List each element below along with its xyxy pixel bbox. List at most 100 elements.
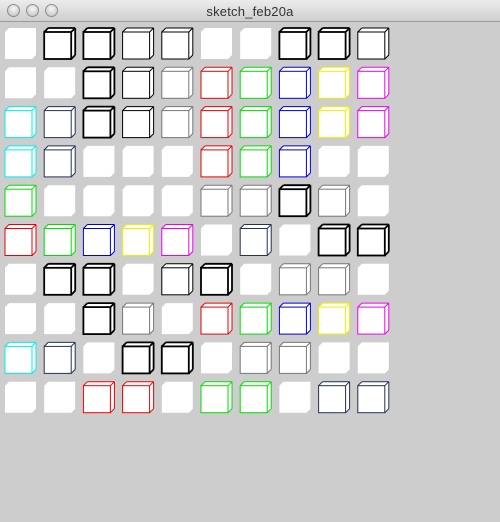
- cube-cell: [83, 145, 115, 177]
- cube-cell: [318, 342, 350, 374]
- cube-cell: [200, 66, 233, 99]
- cube-cell: [5, 381, 36, 413]
- cube-cell: [357, 106, 390, 139]
- cube-cell: [43, 27, 77, 60]
- cube-cell: [239, 302, 272, 335]
- cube-cell: [318, 381, 351, 414]
- cube-cell: [318, 302, 351, 335]
- cube-cell: [239, 106, 272, 139]
- cube-cell: [239, 184, 272, 217]
- cube-cell: [161, 381, 193, 413]
- cube-cell: [200, 381, 233, 414]
- cube-cell: [357, 263, 389, 295]
- cube-cell: [82, 302, 116, 336]
- cube-cell: [44, 185, 76, 217]
- cube-cell: [122, 263, 154, 295]
- cube-cell: [160, 341, 194, 375]
- cube-cell: [161, 66, 194, 99]
- cube-cell: [82, 27, 116, 60]
- cube-cell: [356, 223, 390, 257]
- cube-cell: [317, 223, 351, 257]
- cube-cell: [5, 28, 36, 59]
- sketch-window: sketch_feb20a: [0, 0, 500, 522]
- cube-cell: [5, 263, 36, 295]
- cube-cell: [122, 106, 155, 139]
- cube-cell: [82, 381, 115, 414]
- cube-cell: [318, 184, 351, 217]
- cube-cell: [200, 145, 233, 178]
- cube-cell: [161, 224, 194, 256]
- cube-cell: [279, 224, 311, 256]
- cube-cell: [278, 66, 311, 99]
- cube-cell: [278, 184, 312, 218]
- cube-cell: [357, 185, 389, 217]
- cube-cell: [4, 224, 37, 256]
- cube-cell: [5, 67, 36, 99]
- cube-cell: [44, 381, 76, 413]
- cube-cell: [161, 303, 193, 335]
- cube-cell: [4, 184, 37, 217]
- cube-cell: [122, 66, 155, 99]
- cube-cell: [161, 27, 194, 60]
- cube-cell: [44, 67, 76, 99]
- cube-cell: [82, 262, 116, 296]
- cube-cell: [122, 27, 155, 60]
- cube-cell: [200, 262, 233, 296]
- cube-cell: [278, 263, 311, 296]
- cube-cell: [43, 106, 76, 139]
- cube-cell: [122, 185, 154, 217]
- cube-cell: [318, 66, 351, 99]
- cube-cell: [278, 302, 311, 335]
- cube-cell: [239, 224, 272, 256]
- cube-cell: [357, 302, 390, 335]
- cube-cell: [43, 341, 76, 374]
- cube-cell: [43, 262, 77, 296]
- cube-cell: [357, 66, 390, 99]
- cube-cell: [121, 341, 155, 375]
- cube-cell: [201, 28, 232, 59]
- cube-cell: [122, 224, 155, 256]
- cube-cell: [317, 27, 351, 60]
- cube-cell: [200, 302, 233, 335]
- cube-cell: [279, 381, 311, 413]
- cube-cell: [43, 224, 76, 256]
- cube-cell: [357, 381, 390, 414]
- cube-cell: [278, 106, 311, 139]
- sketch-canvas[interactable]: [0, 22, 500, 522]
- cube-cell: [4, 145, 37, 178]
- cube-cell: [82, 224, 115, 256]
- title-bar[interactable]: sketch_feb20a: [0, 0, 500, 22]
- cube-cell: [44, 303, 76, 335]
- cube-cell: [278, 27, 312, 60]
- cube-cell: [318, 106, 351, 139]
- cube-cell: [239, 66, 272, 99]
- cube-cell: [83, 342, 115, 374]
- cube-cell: [357, 145, 389, 177]
- window-title: sketch_feb20a: [206, 4, 294, 19]
- cube-cell: [240, 28, 272, 59]
- cube-cell: [357, 342, 389, 374]
- cube-cell: [43, 145, 76, 178]
- cube-cell: [161, 263, 194, 296]
- cube-cell: [122, 381, 155, 414]
- cube-cell: [278, 341, 311, 374]
- cube-cell: [5, 303, 36, 335]
- cube-cell: [239, 341, 272, 374]
- cube-cell: [82, 105, 116, 139]
- cube-cell: [239, 381, 272, 414]
- cube-cell: [161, 145, 193, 177]
- cube-grid: [4, 27, 390, 414]
- cube-cell: [161, 106, 194, 139]
- cube-cell: [318, 263, 351, 296]
- cube-cell: [201, 342, 232, 374]
- cube-cell: [318, 145, 350, 177]
- cube-cell: [278, 145, 311, 178]
- cube-cell: [122, 302, 155, 335]
- cube-cell: [240, 263, 272, 295]
- cube-cell: [83, 185, 115, 217]
- cube-cell: [201, 224, 232, 256]
- cube-cell: [4, 341, 37, 374]
- cube-cell: [200, 106, 233, 139]
- cube-cell: [357, 27, 390, 60]
- cube-cell: [161, 185, 193, 217]
